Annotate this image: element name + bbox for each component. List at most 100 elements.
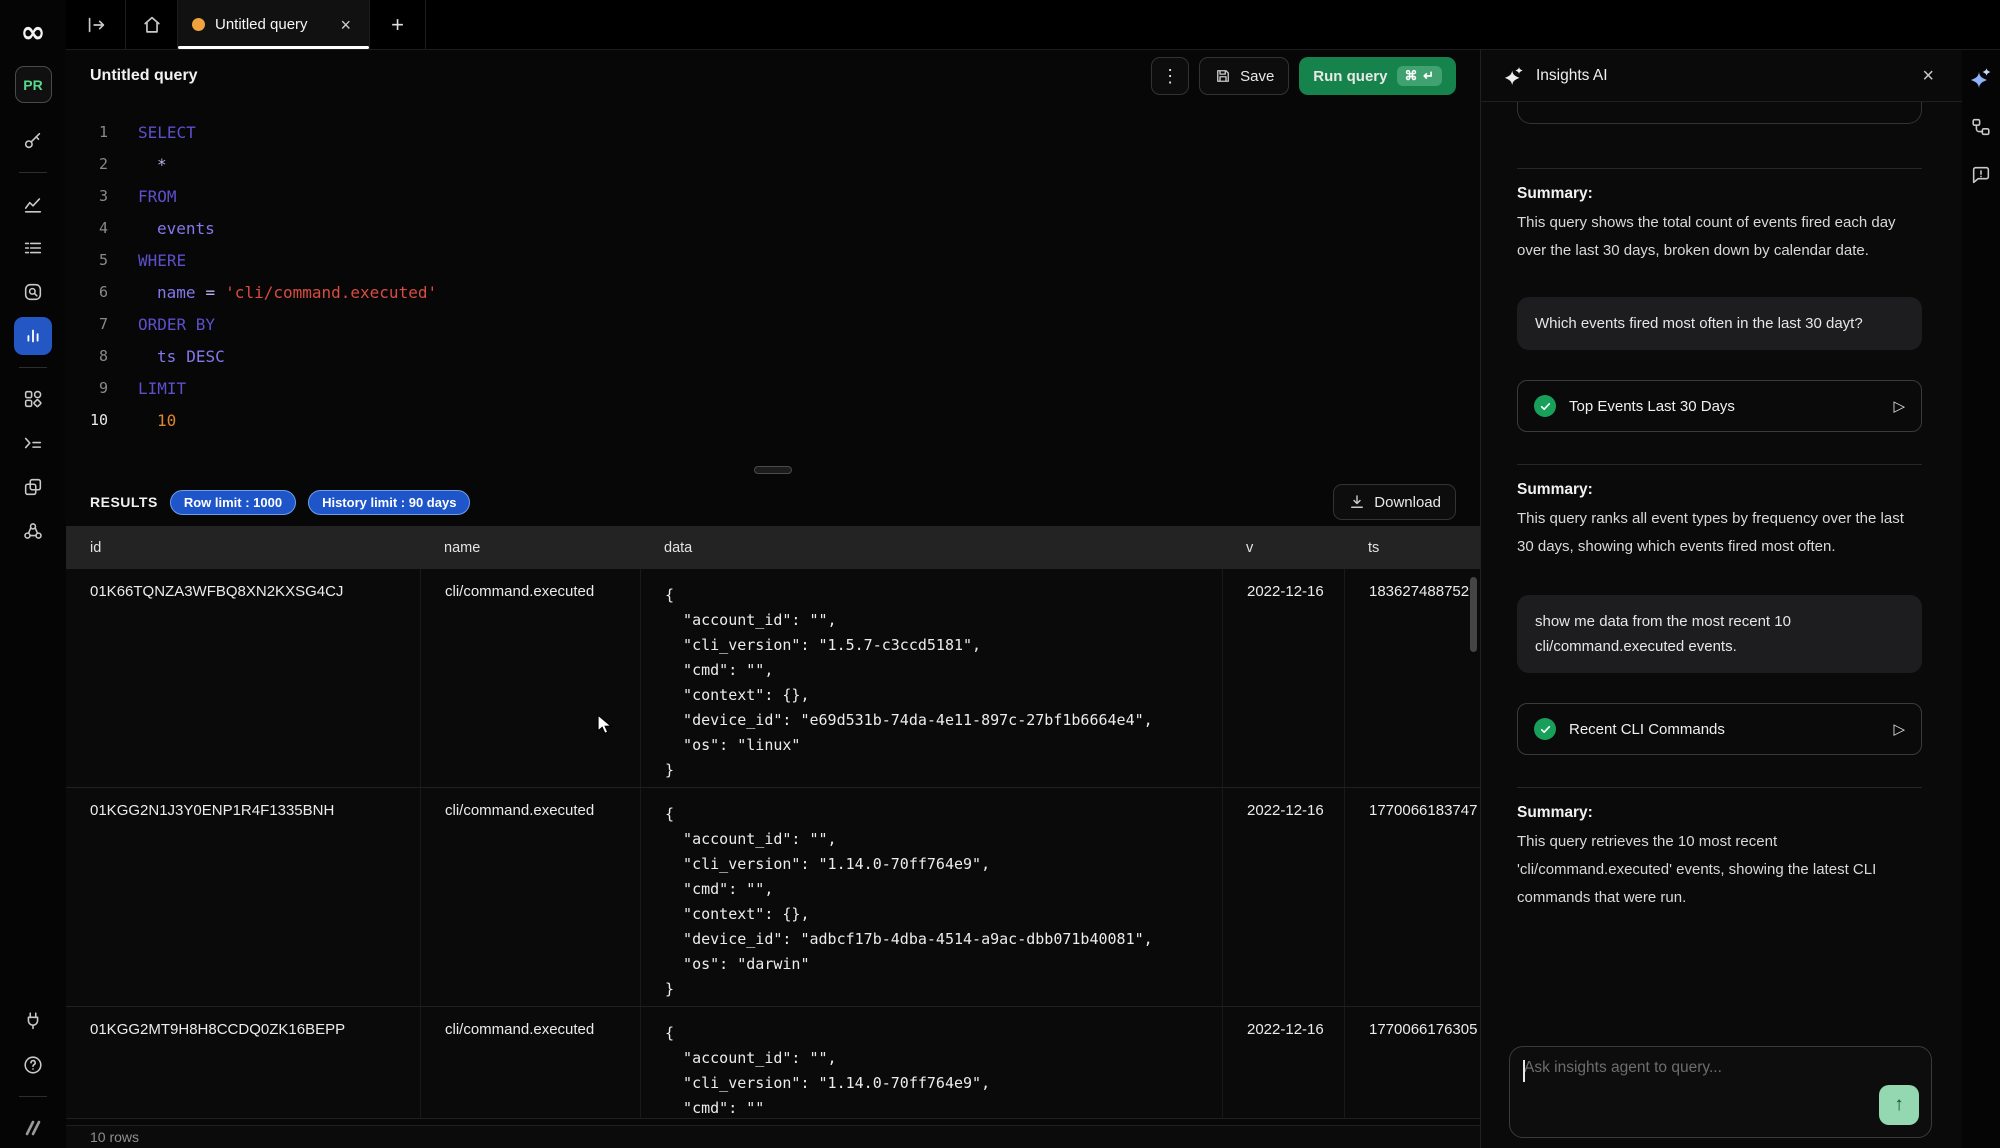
- sidebar-divider: [19, 172, 47, 173]
- line-number: 1: [66, 123, 108, 141]
- list-icon: [22, 237, 44, 259]
- workspace-initials: PR: [23, 77, 42, 93]
- suggestion-card-recent-cli[interactable]: Recent CLI Commands ▷: [1517, 703, 1922, 755]
- sidebar-item-integrations[interactable]: [14, 1002, 52, 1040]
- sidebar-item-query[interactable]: [14, 317, 52, 355]
- sidebar-expand-button[interactable]: [66, 0, 126, 49]
- mouse-cursor-icon: [596, 714, 616, 736]
- sidebar-item-help[interactable]: [14, 1046, 52, 1084]
- right-icon-strip: [1962, 50, 2000, 1148]
- cell-data: { "account_id": "", "cli_version": "1.14…: [640, 788, 1222, 1006]
- insights-ai-tab[interactable]: [1969, 66, 1993, 90]
- insights-header: Insights AI ×: [1481, 50, 1962, 102]
- column-header-name[interactable]: name: [420, 540, 640, 556]
- insights-title: Insights AI: [1536, 67, 1608, 85]
- tab-close-icon[interactable]: ×: [336, 14, 355, 36]
- tree-icon: [1970, 116, 1992, 138]
- row-count: 10 rows: [90, 1129, 139, 1145]
- suggestion-card-top-events[interactable]: Top Events Last 30 Days ▷: [1517, 380, 1922, 432]
- cell-ts: 1770066183747: [1344, 788, 1480, 1006]
- schema-tree-tab[interactable]: [1970, 116, 1992, 138]
- line-number: 6: [66, 283, 108, 301]
- results-toolbar: RESULTS Row limit : 1000 History limit :…: [66, 478, 1480, 526]
- sidebar-item-apps[interactable]: [14, 380, 52, 418]
- download-button[interactable]: Download: [1333, 484, 1456, 520]
- new-tab-button[interactable]: +: [370, 0, 426, 49]
- history-limit-badge[interactable]: History limit : 90 days: [308, 490, 470, 515]
- sql-token: events: [138, 219, 215, 238]
- summary-heading: Summary:: [1517, 185, 1922, 203]
- cell-id: 01KGG2N1J3Y0ENP1R4F1335BNH: [66, 788, 420, 1006]
- sidebar-item-explore[interactable]: [14, 273, 52, 311]
- line-chart-icon: [22, 193, 44, 215]
- column-header-v[interactable]: v: [1222, 540, 1344, 556]
- sidebar-item-sessions[interactable]: [14, 468, 52, 506]
- run-suggestion-icon[interactable]: ▷: [1893, 397, 1905, 415]
- more-options-button[interactable]: ⋮: [1151, 57, 1189, 95]
- sidebar-item-cli[interactable]: [14, 424, 52, 462]
- cell-v: 2022-12-16: [1222, 788, 1344, 1006]
- check-circle-icon: [1534, 395, 1556, 417]
- cell-v: 2022-12-16: [1222, 1007, 1344, 1118]
- query-title: Untitled query: [90, 67, 198, 85]
- save-button[interactable]: Save: [1199, 57, 1289, 95]
- summary-heading: Summary:: [1517, 481, 1922, 499]
- table-scrollbar[interactable]: [1470, 577, 1477, 652]
- sparkles-icon: [1503, 65, 1525, 87]
- save-icon: [1214, 67, 1232, 85]
- row-limit-badge[interactable]: Row limit : 1000: [170, 490, 296, 515]
- line-number: 4: [66, 219, 108, 237]
- sql-token: 'cli/command.executed': [225, 283, 437, 302]
- tab-untitled-query[interactable]: Untitled query ×: [178, 0, 370, 49]
- suggestion-label: Top Events Last 30 Days: [1569, 398, 1735, 415]
- user-question-bubble: Which events fired most often in the las…: [1517, 297, 1922, 350]
- sql-token: name: [138, 283, 196, 302]
- run-label: Run query: [1313, 68, 1387, 85]
- sql-editor[interactable]: 1SELECT 2* 3FROM 4events 5WHERE 6name='c…: [66, 102, 1480, 462]
- tab-bar: Untitled query × +: [66, 0, 2000, 50]
- run-query-button[interactable]: Run query ⌘ ↵: [1299, 57, 1456, 95]
- column-header-data[interactable]: data: [640, 540, 1222, 556]
- sql-token: ts: [138, 347, 176, 366]
- sidebar-item-keys[interactable]: [14, 122, 52, 160]
- sidebar-divider: [19, 1096, 47, 1097]
- editor-header: Untitled query ⋮ Save Run query ⌘ ↵: [66, 50, 1480, 102]
- insights-conversation: Summary: This query shows the total coun…: [1481, 102, 1962, 1148]
- panel-expand-icon: [85, 14, 107, 36]
- copies-icon: [22, 476, 44, 498]
- sidebar-item-webhooks[interactable]: [14, 512, 52, 550]
- feedback-tab[interactable]: [1970, 164, 1992, 186]
- sql-token: FROM: [138, 187, 177, 206]
- results-status-bar: 10 rows: [66, 1125, 1480, 1148]
- summary-text: This query shows the total count of even…: [1517, 209, 1922, 265]
- table-row[interactable]: 01K66TQNZA3WFBQ8XN2KXSG4CJ cli/command.e…: [66, 569, 1480, 788]
- bar-chart-icon: [22, 325, 44, 347]
- sql-token: ORDER BY: [138, 315, 215, 334]
- workspace-badge[interactable]: PR: [15, 66, 52, 103]
- cell-data: { "account_id": "", "cli_version": "1.5.…: [640, 569, 1222, 787]
- editor-results-splitter[interactable]: [66, 462, 1480, 478]
- run-suggestion-icon[interactable]: ▷: [1893, 720, 1905, 738]
- plug-icon: [22, 1010, 44, 1032]
- ask-agent-inputbox[interactable]: ↑: [1509, 1046, 1932, 1138]
- send-button[interactable]: ↑: [1879, 1085, 1919, 1125]
- line-number: 5: [66, 251, 108, 269]
- column-header-ts[interactable]: ts: [1344, 540, 1480, 556]
- table-row[interactable]: 01KGG2MT9H8H8CCDQ0ZK16BEPP cli/command.e…: [66, 1007, 1480, 1119]
- sidebar-item-logs[interactable]: [14, 229, 52, 267]
- ask-agent-input[interactable]: [1524, 1059, 1917, 1077]
- user-question-bubble: show me data from the most recent 10 cli…: [1517, 595, 1922, 673]
- cell-data: { "account_id": "", "cli_version": "1.14…: [640, 1007, 1222, 1118]
- column-header-id[interactable]: id: [66, 540, 420, 556]
- sidebar-item-metrics[interactable]: [14, 185, 52, 223]
- cell-id: 01K66TQNZA3WFBQ8XN2KXSG4CJ: [66, 569, 420, 787]
- home-button[interactable]: [126, 0, 178, 49]
- search-box-icon: [22, 281, 44, 303]
- splitter-handle[interactable]: [754, 466, 792, 474]
- sparkles-icon: [1969, 66, 1993, 90]
- insights-close-icon[interactable]: ×: [1916, 64, 1940, 88]
- sql-token: LIMIT: [138, 379, 186, 398]
- app-window: ∞ PR: [0, 0, 2000, 1148]
- key-icon: [22, 130, 44, 152]
- table-row[interactable]: 01KGG2N1J3Y0ENP1R4F1335BNH cli/command.e…: [66, 788, 1480, 1007]
